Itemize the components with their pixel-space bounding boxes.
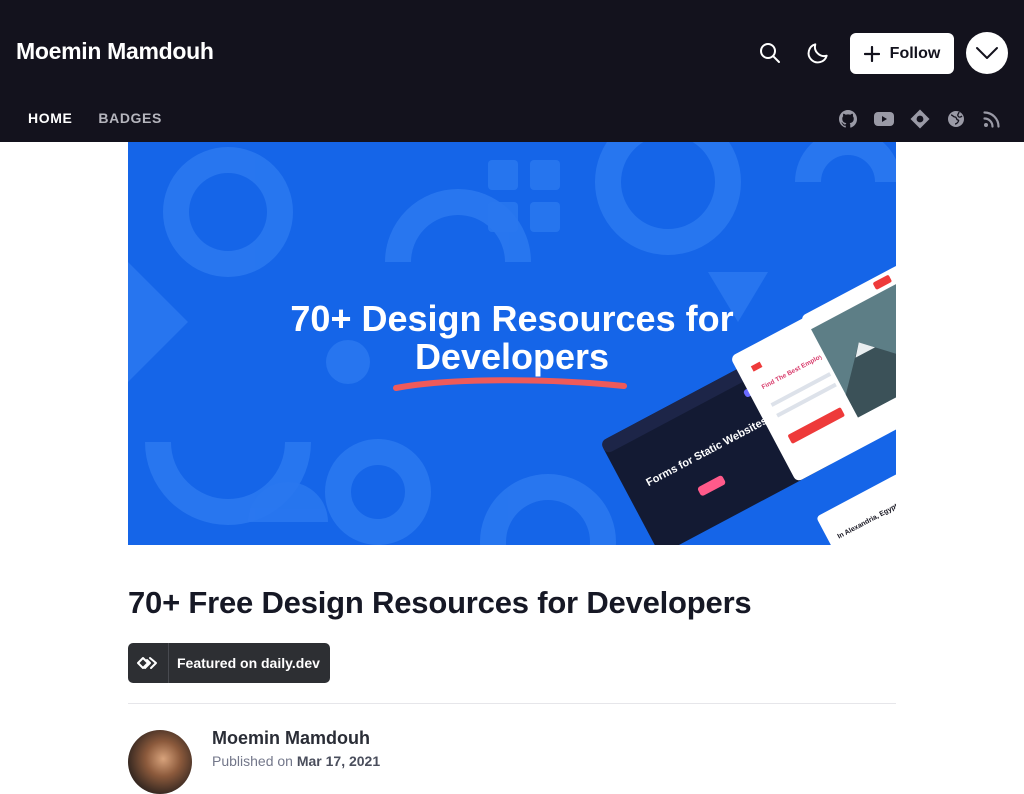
blog-nav: HOME BADGES <box>28 110 188 126</box>
moon-icon[interactable] <box>801 36 835 70</box>
cover-title-line-2: Developers <box>414 336 610 377</box>
youtube-icon[interactable] <box>874 108 894 130</box>
plus-icon <box>863 45 880 62</box>
nav-item-badges[interactable]: BADGES <box>98 110 162 126</box>
post-title: 70+ Free Design Resources for Developers <box>128 585 752 620</box>
profile-menu-button[interactable] <box>966 32 1008 74</box>
search-icon[interactable] <box>753 36 787 70</box>
github-icon[interactable] <box>838 108 858 130</box>
social-links <box>838 108 1002 130</box>
published-prefix: Published on <box>212 753 293 769</box>
cover-image: Forms for Static Websites Find The Best … <box>128 142 896 545</box>
daily-dev-icon <box>128 643 169 683</box>
chevron-down-icon <box>976 47 998 59</box>
hashnode-icon[interactable] <box>910 108 930 130</box>
published-info: Published on Mar 17, 2021 <box>212 753 380 769</box>
author-avatar[interactable] <box>128 730 192 794</box>
badge-label: Featured on daily.dev <box>177 655 320 671</box>
cover-title: 70+ Design Resources for Developers <box>128 300 896 376</box>
divider <box>128 703 896 704</box>
published-date: Mar 17, 2021 <box>296 753 381 769</box>
nav-item-home[interactable]: HOME <box>28 110 72 126</box>
rss-icon[interactable] <box>982 108 1002 130</box>
follow-button[interactable]: Follow <box>850 33 954 74</box>
blog-title[interactable]: Moemin Mamdouh <box>16 38 214 65</box>
globe-icon[interactable] <box>946 108 966 130</box>
author-name[interactable]: Moemin Mamdouh <box>212 728 370 749</box>
follow-label: Follow <box>889 44 941 62</box>
cover-title-line-1: 70+ Design Resources for <box>290 298 734 339</box>
site-header: Moemin Mamdouh Follow HOME BADGES <box>0 0 1024 142</box>
daily-dev-badge[interactable]: Featured on daily.dev <box>128 643 330 683</box>
